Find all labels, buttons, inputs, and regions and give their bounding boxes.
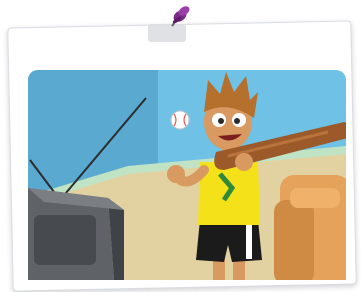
armchair bbox=[274, 175, 346, 280]
push-pin-icon bbox=[164, 4, 192, 39]
baseball-icon bbox=[170, 110, 190, 130]
illustration-scene bbox=[28, 70, 346, 280]
television bbox=[28, 188, 124, 280]
